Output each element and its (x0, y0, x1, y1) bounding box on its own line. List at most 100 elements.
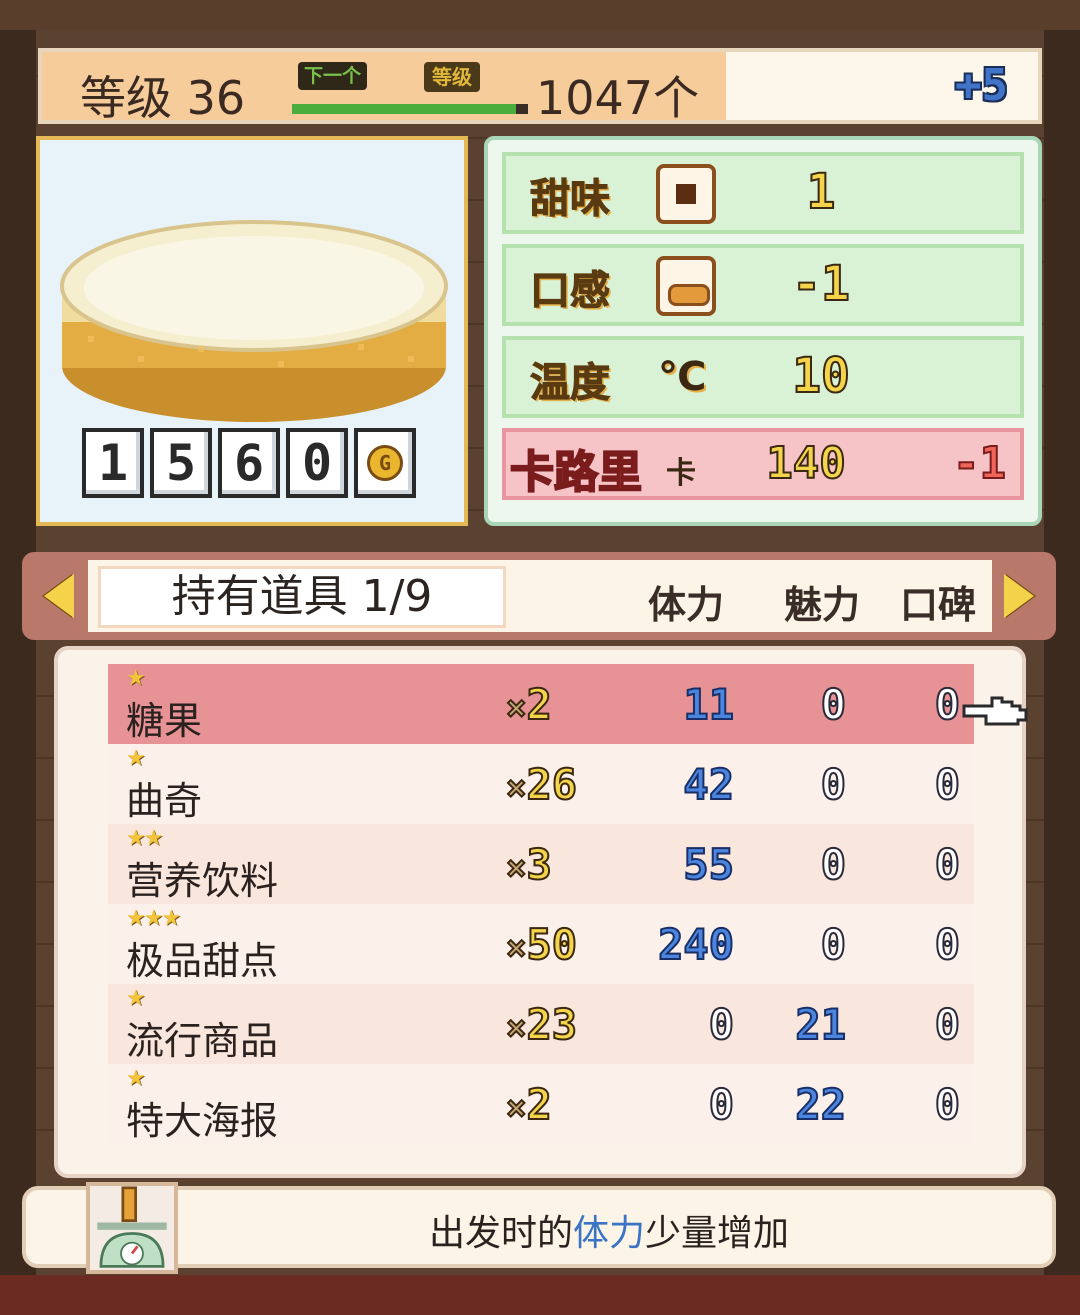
stamina-value: 0 (708, 1079, 735, 1130)
item-quantity: ×23 (505, 999, 578, 1050)
calories-unit: 卡 (666, 456, 696, 491)
charm-value: 22 (794, 1079, 847, 1130)
charm-value: 0 (820, 679, 847, 730)
desc-highlight: 体力 (572, 1213, 645, 1254)
item-quantity: ×50 (505, 919, 578, 970)
col-stamina: 体力 (648, 583, 725, 627)
price-digit: 5 (150, 428, 212, 498)
level-label: 等级 36 (80, 71, 246, 125)
list-item[interactable]: ★ 糖果 ×2 11 0 0 (108, 664, 974, 744)
rarity-stars: ★ (126, 1066, 146, 1091)
quantity-value: 26 (525, 759, 578, 810)
rarity-stars: ★ (126, 746, 146, 771)
reputation-value: 0 (934, 999, 961, 1050)
item-description-bar: 出发时的体力少量增加 (22, 1182, 1056, 1274)
level-progress-fill (292, 104, 517, 114)
quantity-value: 2 (525, 679, 552, 730)
rarity-stars: ★★ (126, 826, 163, 851)
calories-value: 140 (765, 437, 846, 490)
rarity-stars: ★ (126, 666, 146, 691)
calories-label: 卡路里 (509, 446, 643, 499)
list-item[interactable]: ★★ 营养饮料 ×3 55 0 0 (108, 824, 974, 904)
quantity-value: 50 (525, 919, 578, 970)
item-quantity: ×2 (505, 679, 553, 730)
header-inner: 持有道具 1/9 体力 魅力 口碑 (88, 560, 992, 632)
prev-page-arrow-icon[interactable] (44, 574, 74, 618)
quantity-value: 3 (525, 839, 552, 890)
stamina-value: 42 (682, 759, 735, 810)
cheesecake-image (60, 220, 448, 422)
inventory-title: 持有道具 1/9 (98, 566, 506, 628)
item-name: 流行商品 (126, 1019, 279, 1063)
calories-delta: -1 (952, 437, 1007, 490)
price-digit: 6 (218, 428, 280, 498)
scale-icon (86, 1182, 178, 1274)
gold-coin-icon: G (354, 428, 416, 498)
level-progress-bar (292, 104, 528, 114)
col-reputation: 口碑 (900, 583, 977, 627)
stat-label: 口感 (530, 268, 611, 315)
stat-texture: 口感 -1 (502, 244, 1024, 326)
item-quantity: ×2 (505, 1079, 553, 1130)
reputation-value: 0 (934, 919, 961, 970)
item-quantity: ×3 (505, 839, 553, 890)
square-icon (656, 164, 716, 224)
item-preview-panel: 1 5 6 0 G (36, 136, 468, 526)
stamina-value: 11 (682, 679, 735, 730)
price-display: 1 5 6 0 G (82, 428, 416, 498)
reputation-value: 0 (934, 1079, 961, 1130)
charm-value: 21 (794, 999, 847, 1050)
level-tag: 等级 (424, 62, 480, 92)
charm-value: 0 (820, 759, 847, 810)
stat-temperature: 温度 ℃ 10 (502, 336, 1024, 418)
stat-calories: 卡路里 卡 140 -1 (502, 428, 1024, 500)
item-description: 出发时的体力少量增加 (166, 1204, 1052, 1256)
stamina-value: 0 (708, 999, 735, 1050)
item-name: 特大海报 (126, 1099, 279, 1143)
price-digit: 1 (82, 428, 144, 498)
reputation-value: 0 (934, 759, 961, 810)
stat-value: -1 (791, 255, 851, 313)
bonus-value: +5 (955, 60, 1008, 111)
list-item[interactable]: ★ 流行商品 ×23 0 21 0 (108, 984, 974, 1064)
stamina-value: 240 (657, 919, 735, 970)
quantity-value: 2 (525, 1079, 552, 1130)
rarity-stars: ★★★ (126, 906, 181, 931)
rarity-stars: ★ (126, 986, 146, 1011)
next-page-arrow-icon[interactable] (1004, 574, 1034, 618)
item-name: 糖果 (126, 699, 203, 743)
pointing-hand-cursor-icon (962, 696, 1028, 726)
level-bar: 等级 36 下一个 等级 1047个 +5 (38, 48, 1042, 125)
charm-value: 0 (820, 919, 847, 970)
item-name: 曲奇 (126, 779, 203, 823)
inventory-list: ★ 糖果 ×2 11 0 0 ★ 曲奇 ×26 42 0 0 ★★ 营养饮料 ×… (54, 646, 1026, 1178)
item-name: 营养饮料 (126, 859, 279, 903)
reputation-value: 0 (934, 679, 961, 730)
next-level-count: 1047个 (536, 71, 700, 125)
bread-icon (656, 256, 716, 316)
stat-label: 甜味 (530, 176, 611, 223)
item-quantity: ×26 (505, 759, 578, 810)
stat-label: 温度 (530, 360, 611, 407)
stats-panel: 甜味 1 口感 -1 温度 ℃ 10 卡路里 卡 140 -1 (484, 136, 1042, 526)
reputation-value: 0 (934, 839, 961, 890)
list-item[interactable]: ★★★ 极品甜点 ×50 240 0 0 (108, 904, 974, 984)
desc-suffix: 少量增加 (645, 1213, 790, 1254)
background-floor (0, 1275, 1080, 1315)
stamina-value: 55 (682, 839, 735, 890)
stat-value: 10 (791, 347, 851, 405)
quantity-value: 23 (525, 999, 578, 1050)
list-item[interactable]: ★ 曲奇 ×26 42 0 0 (108, 744, 974, 824)
stat-value: 1 (806, 163, 837, 221)
desc-prefix: 出发时的 (428, 1213, 573, 1254)
next-level-tag: 下一个 (298, 62, 368, 90)
celsius-icon: ℃ (658, 354, 707, 400)
price-digit: 0 (286, 428, 348, 498)
stat-sweetness: 甜味 1 (502, 152, 1024, 234)
currency-label: G (367, 445, 403, 481)
inventory-header: 持有道具 1/9 体力 魅力 口碑 (22, 552, 1056, 640)
list-item[interactable]: ★ 特大海报 ×2 0 22 0 (108, 1064, 974, 1144)
col-charm: 魅力 (784, 583, 861, 627)
item-name: 极品甜点 (126, 939, 279, 983)
charm-value: 0 (820, 839, 847, 890)
